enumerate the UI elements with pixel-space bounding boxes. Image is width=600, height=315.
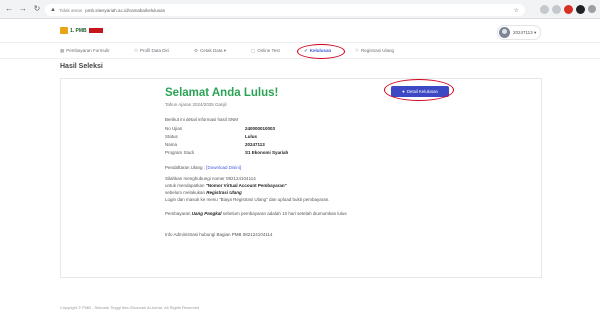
menu-label: Registrasi Ulang xyxy=(361,48,395,53)
info-value: S1 Ekonomi Syariah xyxy=(245,150,289,155)
menu-item-cetak-data[interactable]: ⚙ Cetak Data ▾ xyxy=(194,48,226,54)
payment-text: Pembayaran xyxy=(165,211,192,216)
browser-menu-icon[interactable] xyxy=(588,5,596,13)
user-name: 20247113 ▾ xyxy=(513,29,537,35)
info-label: Program Studi xyxy=(165,150,194,155)
admin-info: Info Administrasi hubungi Bagian PMB 082… xyxy=(165,232,273,237)
warning-icon[interactable]: ▲ xyxy=(50,7,56,13)
page-title: Hasil Seleksi xyxy=(60,63,103,70)
footer-copyright: Copyright © PMB - Sekolah Tinggi Ilmu Ek… xyxy=(60,305,200,310)
url-text[interactable]: pmb.stiesyariah.ac.id/camaba/kelulusan xyxy=(85,8,165,13)
info-value: 20247113 xyxy=(245,142,265,147)
result-card: Selamat Anda Lulus! Tahun Ajaran 2024/20… xyxy=(60,78,542,278)
registration-line: Pendaftaran Ulang : [Download Disini] xyxy=(165,165,241,170)
info-label: Nama xyxy=(165,142,178,147)
menu-label: Online Test xyxy=(257,48,280,53)
security-label: Tidak aman xyxy=(58,7,83,13)
info-value: 240000010003 xyxy=(245,126,276,131)
logo-emblem xyxy=(60,27,68,34)
menu-item-online-test[interactable]: ▢ Online Test xyxy=(251,48,280,54)
payment-note: Pembayaran Uang Pangkal sebelum pembayar… xyxy=(165,211,347,216)
app-header: 1. PMB 20247113 ▾ xyxy=(0,19,600,43)
intro-text: Berikut ini detail informasi hasil SNM xyxy=(165,117,239,122)
print-icon: ⚙ xyxy=(194,48,199,53)
extension-icon[interactable] xyxy=(576,5,585,14)
extension-icon[interactable] xyxy=(564,5,573,14)
menu-label: Profil Data Diri xyxy=(140,48,170,53)
va-highlight: "Nomor Virtual Account Pembayaran" xyxy=(205,183,287,188)
contact-line: Silahkan menghubungi nomer 082124104114 xyxy=(165,176,256,181)
logo-flag xyxy=(88,28,103,33)
bookmark-star-icon[interactable]: ☆ xyxy=(514,7,519,14)
address-bar[interactable]: ▲ Tidak aman pmb.stiesyariah.ac.id/camab… xyxy=(45,4,525,16)
info-value: Lulus xyxy=(245,134,257,139)
browser-toolbar: ← → ↻ ⌂ ▲ Tidak aman pmb.stiesyariah.ac.… xyxy=(0,0,600,19)
user-menu[interactable]: 20247113 ▾ xyxy=(497,25,542,40)
note-highlight: Registrasi Ulang xyxy=(206,190,242,195)
logo-text: 1. PMB xyxy=(70,27,87,34)
success-headline: Selamat Anda Lulus! xyxy=(165,87,279,99)
va-line: untuk mendapatkan "Nomor Virtual Account… xyxy=(165,183,287,188)
highlight-ring xyxy=(384,79,454,101)
payment-icon: ▦ xyxy=(60,48,65,53)
note-text: sebelum melakukan xyxy=(165,190,207,195)
va-text: untuk mendapatkan xyxy=(165,183,206,188)
extension-icon[interactable] xyxy=(540,5,549,14)
back-icon[interactable]: ← xyxy=(4,4,14,14)
payment-text: sebelum pembayaran adalah 10 hari setela… xyxy=(221,211,347,216)
forward-icon[interactable]: → xyxy=(18,4,28,14)
avatar xyxy=(499,27,510,38)
academic-year: Tahun Ajaran 2024/2025 Ganjil xyxy=(165,102,227,107)
reload-icon[interactable]: ↻ xyxy=(32,4,42,14)
menu-item-pembayaran-formulir[interactable]: ▦ Pembayaran Formulir xyxy=(60,48,110,54)
site-logo[interactable]: 1. PMB xyxy=(60,27,103,34)
menu-item-registrasi-ulang[interactable]: ⚐ Registrasi Ulang xyxy=(355,48,394,54)
registration-label: Pendaftaran Ulang : xyxy=(165,165,207,170)
highlight-ring xyxy=(297,44,345,59)
test-icon: ▢ xyxy=(251,48,256,53)
payment-highlight: Uang Pangkal xyxy=(191,211,222,216)
login-instruction: Login dan masuk ke menu "Biaya Registras… xyxy=(165,197,330,202)
flag-icon: ⚐ xyxy=(355,48,360,53)
download-link[interactable]: [Download Disini] xyxy=(206,165,241,170)
menu-label: Pembayaran Formulir xyxy=(66,48,110,53)
registration-note: sebelum melakukan Registrasi Ulang xyxy=(165,190,242,195)
info-label: No Ujian xyxy=(165,126,183,131)
menu-label: Cetak Data ▾ xyxy=(200,48,227,53)
menu-item-profil[interactable]: ⚇ Profil Data Diri xyxy=(134,48,169,54)
info-label: Status xyxy=(165,134,178,139)
user-icon: ⚇ xyxy=(134,48,139,53)
extension-icon[interactable] xyxy=(552,5,561,14)
